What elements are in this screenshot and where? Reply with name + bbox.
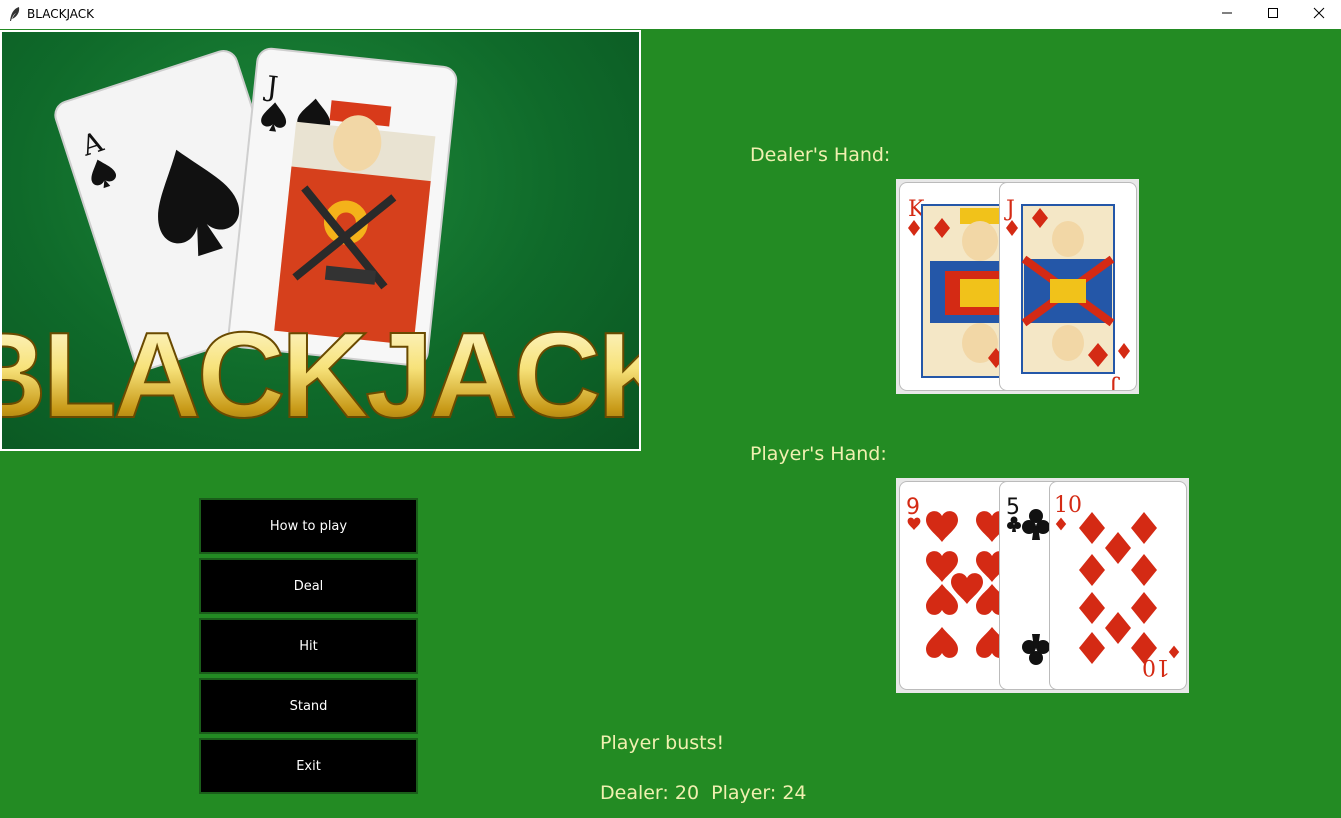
blackjack-banner: A J BLACKJACK — [0, 30, 641, 451]
svg-text:J: J — [1109, 375, 1120, 391]
maximize-icon — [1267, 6, 1279, 24]
player-hand: 9 5 10 10 — [896, 478, 1189, 693]
title-bar: BLACKJACK — [0, 0, 1341, 29]
close-icon — [1313, 6, 1325, 24]
dealer-hand: K J J — [896, 179, 1139, 394]
svg-text:5: 5 — [1006, 495, 1020, 520]
exit-button[interactable]: Exit — [199, 738, 418, 794]
how-to-play-button[interactable]: How to play — [199, 498, 418, 554]
stand-button[interactable]: Stand — [199, 678, 418, 734]
svg-text:10: 10 — [1142, 654, 1170, 679]
hit-button[interactable]: Hit — [199, 618, 418, 674]
feather-icon — [8, 6, 22, 22]
player-hand-label: Player's Hand: — [750, 443, 887, 465]
minimize-button[interactable] — [1204, 0, 1250, 29]
window-title: BLACKJACK — [27, 7, 95, 21]
deal-button[interactable]: Deal — [199, 558, 418, 614]
status-message: Player busts! — [600, 732, 725, 754]
score-line: Dealer: 20 Player: 24 — [600, 782, 807, 804]
blackjack-logo: BLACKJACK — [2, 307, 639, 443]
dealer-hand-label: Dealer's Hand: — [750, 144, 891, 166]
maximize-button[interactable] — [1250, 0, 1296, 29]
minimize-icon — [1221, 6, 1233, 24]
svg-text:10: 10 — [1054, 493, 1082, 518]
svg-text:J: J — [1004, 197, 1015, 222]
close-button[interactable] — [1296, 0, 1341, 29]
jack-of-diamonds-card: J J — [999, 182, 1137, 391]
svg-text:9: 9 — [906, 495, 920, 520]
ten-of-diamonds-card: 10 10 — [1049, 481, 1187, 690]
